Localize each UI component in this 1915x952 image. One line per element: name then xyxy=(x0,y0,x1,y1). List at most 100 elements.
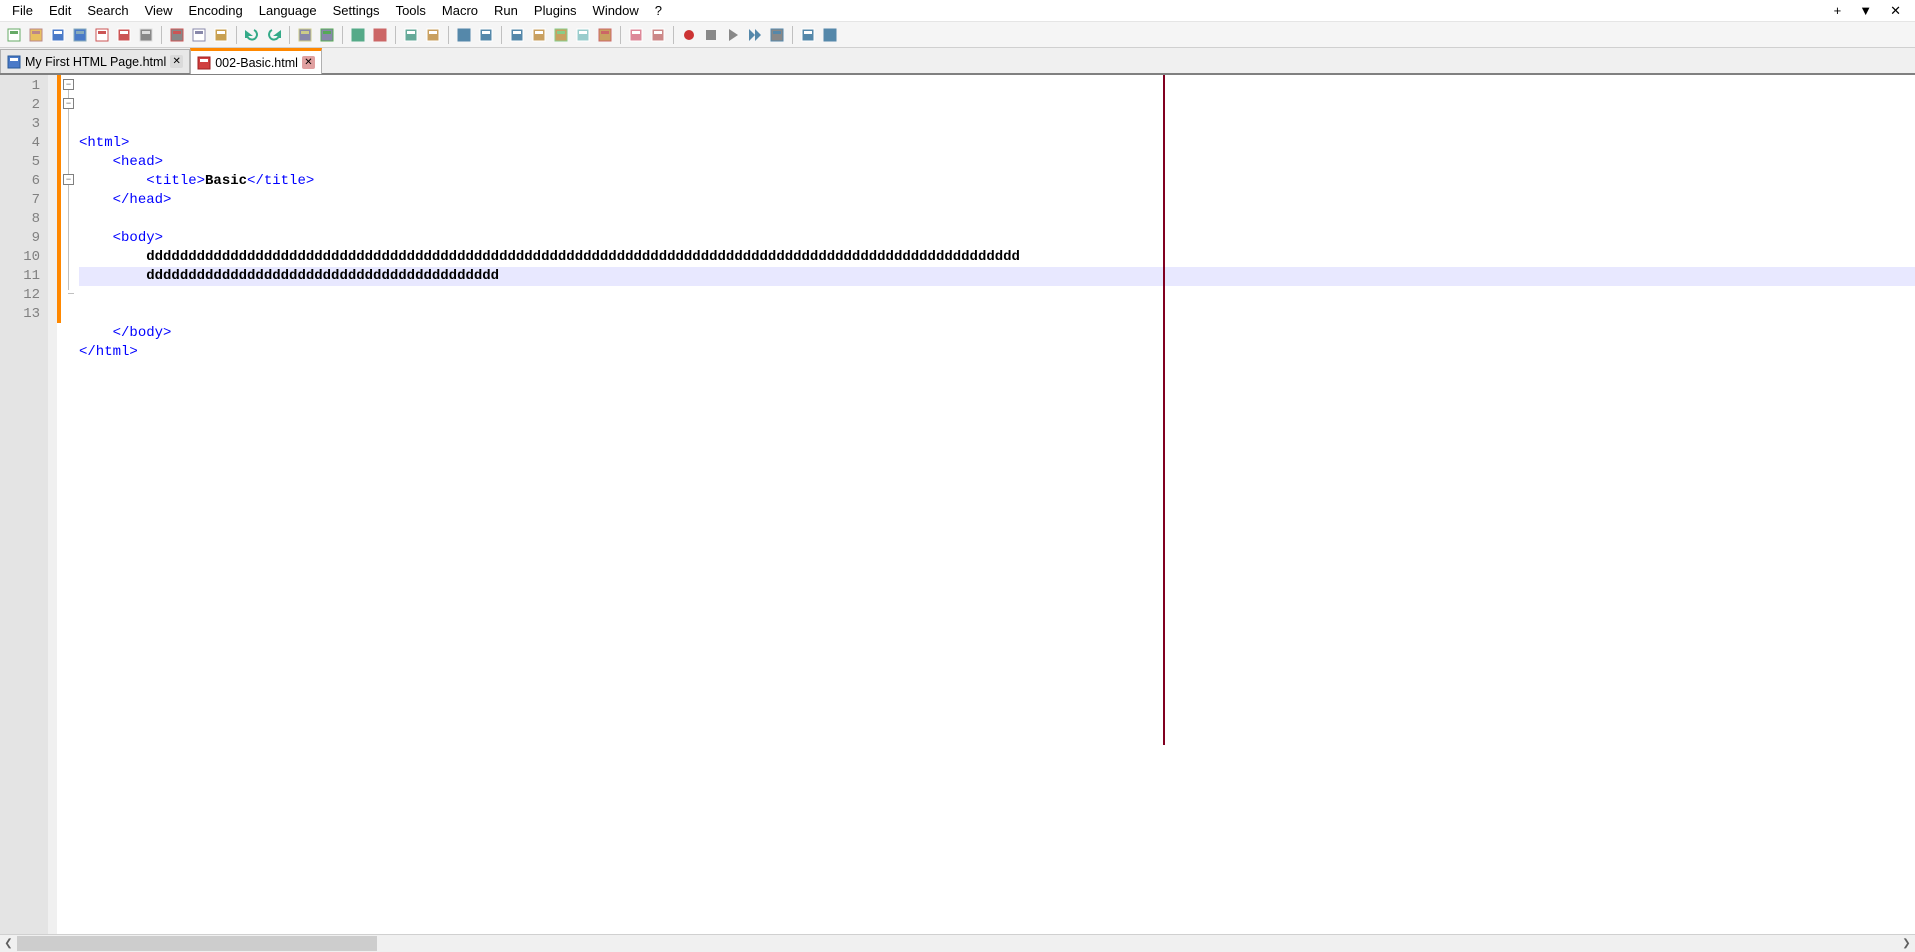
indent-guide-icon[interactable] xyxy=(507,25,527,45)
redo-icon[interactable] xyxy=(264,25,284,45)
menu-help[interactable]: ? xyxy=(647,1,670,20)
stop-icon[interactable] xyxy=(701,25,721,45)
code-line[interactable]: </head> xyxy=(79,191,1915,210)
code-line[interactable] xyxy=(79,305,1915,324)
find-icon[interactable] xyxy=(295,25,315,45)
zoom-out-icon[interactable] xyxy=(370,25,390,45)
line-number: 11 xyxy=(0,267,40,286)
toolbar-separator xyxy=(620,26,621,44)
code-line[interactable]: <html> xyxy=(79,134,1915,153)
scroll-right-button[interactable]: ❯ xyxy=(1898,935,1915,952)
paste-icon[interactable] xyxy=(211,25,231,45)
copy-icon[interactable] xyxy=(189,25,209,45)
record-icon[interactable] xyxy=(679,25,699,45)
menu-run[interactable]: Run xyxy=(486,1,526,20)
spell-check-icon[interactable] xyxy=(798,25,818,45)
zoom-in-icon[interactable] xyxy=(348,25,368,45)
code-line[interactable]: </html> xyxy=(79,343,1915,362)
undo-icon[interactable] xyxy=(242,25,262,45)
line-number: 3 xyxy=(0,115,40,134)
line-number: 5 xyxy=(0,153,40,172)
save-macro-icon[interactable] xyxy=(767,25,787,45)
horizontal-scrollbar[interactable]: ❮ ❯ xyxy=(0,934,1915,951)
menu-file[interactable]: File xyxy=(4,1,41,20)
folder-icon[interactable] xyxy=(626,25,646,45)
code-line[interactable]: <title>Basic</title> xyxy=(79,172,1915,191)
line-number-gutter: 12345678910111213 xyxy=(0,75,48,934)
window-close-button[interactable]: ✕ xyxy=(1886,3,1905,19)
scroll-thumb[interactable] xyxy=(17,936,377,951)
toggle-icon[interactable] xyxy=(820,25,840,45)
line-number: 13 xyxy=(0,305,40,324)
fold-margin[interactable]: − − − xyxy=(61,75,79,934)
open-file-icon[interactable] xyxy=(26,25,46,45)
scroll-left-button[interactable]: ❮ xyxy=(0,935,17,952)
window-controls: + ▼ ✕ xyxy=(1830,3,1911,19)
unsaved-file-icon xyxy=(197,56,211,70)
menu-search[interactable]: Search xyxy=(79,1,136,20)
sync-v-icon[interactable] xyxy=(401,25,421,45)
code-line[interactable]: <head> xyxy=(79,153,1915,172)
toolbar-separator xyxy=(289,26,290,44)
fold-toggle[interactable]: − xyxy=(63,79,74,90)
user-lang-icon[interactable] xyxy=(529,25,549,45)
function-list-icon[interactable] xyxy=(595,25,615,45)
play-multi-icon[interactable] xyxy=(745,25,765,45)
tab-bar: My First HTML Page.html✕ 002-Basic.html ✕ xyxy=(0,48,1915,74)
menu-plugins[interactable]: Plugins xyxy=(526,1,585,20)
line-number: 8 xyxy=(0,210,40,229)
tab-002-basic-html[interactable]: 002-Basic.html ✕ xyxy=(190,48,322,74)
line-number: 4 xyxy=(0,134,40,153)
line-number: 12 xyxy=(0,286,40,305)
menu-language[interactable]: Language xyxy=(251,1,325,20)
print-icon[interactable] xyxy=(136,25,156,45)
fold-toggle[interactable]: − xyxy=(63,98,74,109)
toolbar-separator xyxy=(501,26,502,44)
menu-settings[interactable]: Settings xyxy=(325,1,388,20)
save-icon[interactable] xyxy=(48,25,68,45)
code-line[interactable]: dddddddddddddddddddddddddddddddddddddddd… xyxy=(79,267,1915,286)
monitor-icon[interactable] xyxy=(648,25,668,45)
code-line[interactable]: <body> xyxy=(79,229,1915,248)
editor: 12345678910111213 −−− <html> <head> <tit… xyxy=(0,74,1915,934)
code-line[interactable]: dddddddddddddddddddddddddddddddddddddddd… xyxy=(79,248,1915,267)
menu-edit[interactable]: Edit xyxy=(41,1,79,20)
line-number: 2 xyxy=(0,96,40,115)
tab-my-first-html-page-html[interactable]: My First HTML Page.html✕ xyxy=(0,49,190,73)
menu-view[interactable]: View xyxy=(137,1,181,20)
toolbar xyxy=(0,22,1915,48)
menu-macro[interactable]: Macro xyxy=(434,1,486,20)
replace-icon[interactable] xyxy=(317,25,337,45)
tab-close-button[interactable]: ✕ xyxy=(170,55,183,68)
menu-tools[interactable]: Tools xyxy=(388,1,434,20)
code-area[interactable]: <html> <head> <title>Basic</title> </hea… xyxy=(79,75,1915,934)
code-line[interactable] xyxy=(79,286,1915,305)
code-line[interactable]: </body> xyxy=(79,324,1915,343)
toolbar-separator xyxy=(161,26,162,44)
window-plus-button[interactable]: + xyxy=(1830,3,1846,19)
new-file-icon[interactable] xyxy=(4,25,24,45)
window-dropdown-button[interactable]: ▼ xyxy=(1855,3,1876,19)
line-number: 7 xyxy=(0,191,40,210)
save-all-icon[interactable] xyxy=(70,25,90,45)
menu-bar: FileEditSearchViewEncodingLanguageSettin… xyxy=(0,0,1915,22)
close-all-icon[interactable] xyxy=(114,25,134,45)
code-line[interactable] xyxy=(79,362,1915,381)
close-icon[interactable] xyxy=(92,25,112,45)
toolbar-separator xyxy=(395,26,396,44)
menu-encoding[interactable]: Encoding xyxy=(181,1,251,20)
code-line[interactable] xyxy=(79,210,1915,229)
scroll-track[interactable] xyxy=(17,935,1898,952)
doc-map-icon[interactable] xyxy=(551,25,571,45)
word-wrap-icon[interactable] xyxy=(454,25,474,45)
vertical-edge-guide xyxy=(1163,75,1165,745)
cut-icon[interactable] xyxy=(167,25,187,45)
tab-label: 002-Basic.html xyxy=(215,56,298,70)
menu-window[interactable]: Window xyxy=(585,1,647,20)
doc-list-icon[interactable] xyxy=(573,25,593,45)
sync-h-icon[interactable] xyxy=(423,25,443,45)
show-all-chars-icon[interactable] xyxy=(476,25,496,45)
play-icon[interactable] xyxy=(723,25,743,45)
fold-toggle[interactable]: − xyxy=(63,174,74,185)
tab-close-button[interactable]: ✕ xyxy=(302,56,315,69)
